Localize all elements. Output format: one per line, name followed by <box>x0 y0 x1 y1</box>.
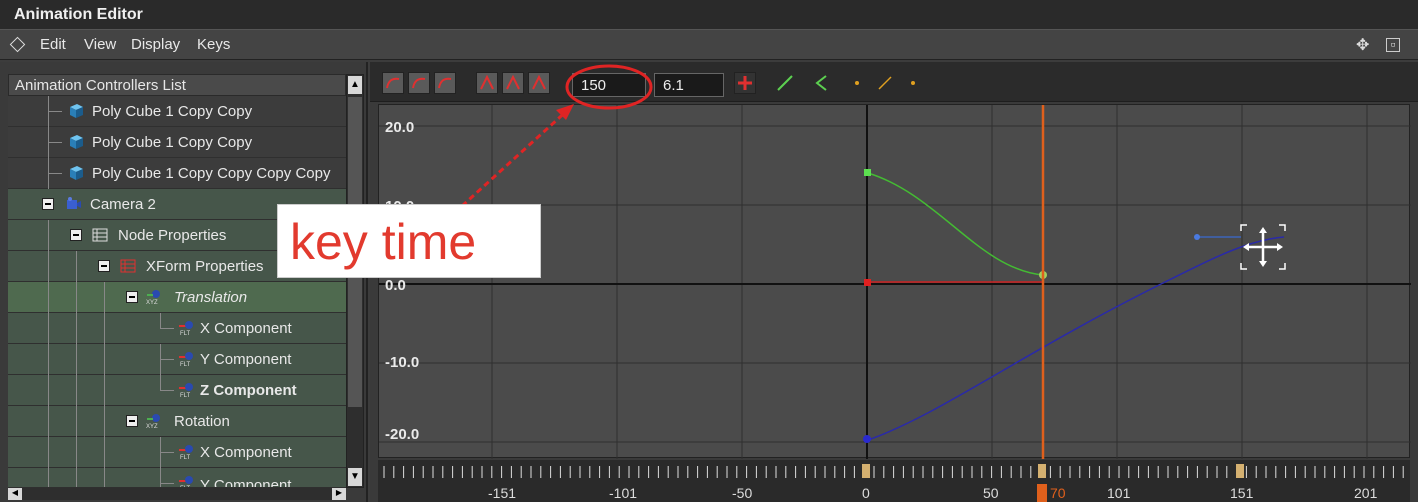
key-time-callout-text: key time <box>290 214 477 270</box>
annotation-overlay <box>460 64 653 208</box>
animation-editor-window: Animation Editor Edit View Display Keys … <box>0 0 1418 502</box>
key-time-highlight-circle <box>565 64 653 110</box>
key-time-callout: key time <box>277 204 541 278</box>
annotation-arrow <box>460 106 572 208</box>
